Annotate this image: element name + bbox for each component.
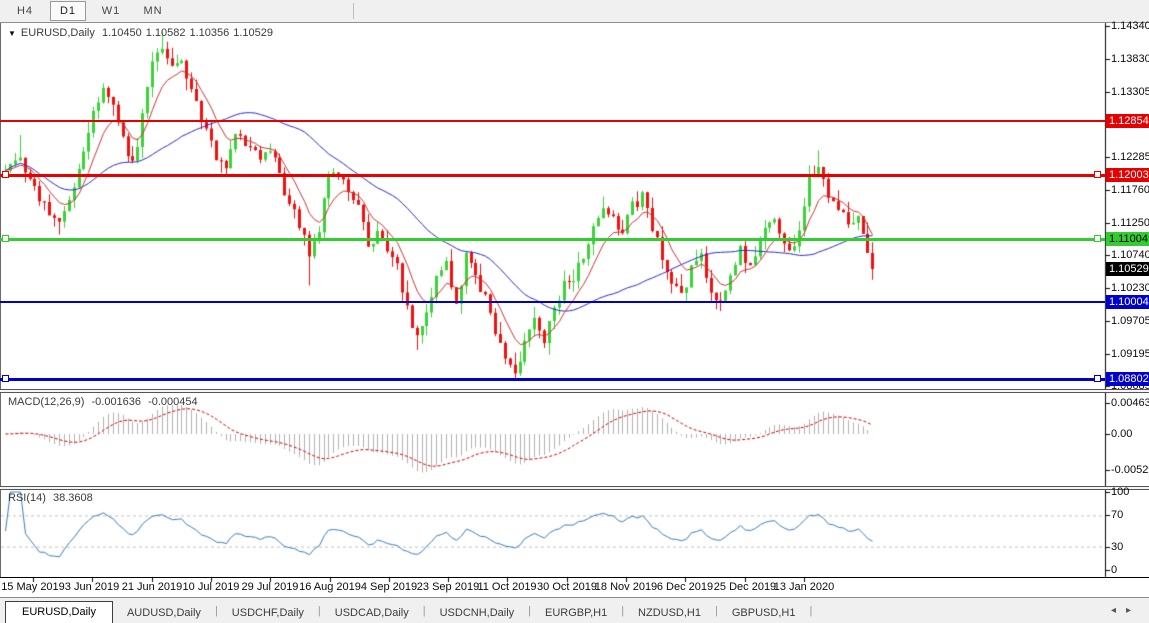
tab-usdcnh-daily[interactable]: USDCNH,Daily bbox=[426, 603, 529, 623]
tab-scroll-right-icon[interactable]: ▸ bbox=[1126, 605, 1141, 616]
rsi-axis-label: 100 bbox=[1111, 486, 1129, 498]
hline-1.12003[interactable] bbox=[0, 174, 1105, 177]
ohlc-open: 1.10450 bbox=[102, 27, 142, 39]
price-axis-label: 1.11760 bbox=[1111, 184, 1149, 196]
macd-rsi-splitter[interactable] bbox=[0, 486, 1149, 490]
macd-label: MACD(12,26,9) -0.001636 -0.000454 bbox=[8, 396, 202, 408]
hline-1.11004[interactable] bbox=[0, 238, 1105, 241]
ohlc-low: 1.10356 bbox=[189, 27, 229, 39]
ohlc-high: 1.10582 bbox=[146, 27, 186, 39]
tab-scroll-left-icon[interactable]: ◂ bbox=[1111, 605, 1126, 616]
date-axis-label: 13 Jan 2020 bbox=[769, 581, 839, 593]
hline-handle-right[interactable] bbox=[1094, 171, 1101, 178]
tab-gbpusd-h1[interactable]: GBPUSD,H1 bbox=[718, 603, 810, 623]
symbol-dropdown-icon[interactable]: ▼ bbox=[8, 29, 16, 38]
symbol-tabbar: EURUSD,DailyAUDUSD,Daily|USDCHF,Daily|US… bbox=[0, 597, 1149, 623]
chart-canvas[interactable] bbox=[0, 0, 1149, 623]
hline-handle-left[interactable] bbox=[2, 375, 9, 382]
price-axis-label: 1.10230 bbox=[1111, 282, 1149, 294]
price-macd-splitter[interactable] bbox=[0, 389, 1149, 393]
ohlc-close: 1.10529 bbox=[233, 27, 273, 39]
chart-title: ▼ EURUSD,Daily 1.10450 1.105821.10356 1.105… bbox=[8, 27, 277, 39]
rsi-axis-label: 70 bbox=[1111, 509, 1123, 521]
price-axis-label: 1.13305 bbox=[1111, 86, 1149, 98]
hline-handle-right[interactable] bbox=[1094, 235, 1101, 242]
macd-axis-label: 0.00 bbox=[1111, 428, 1132, 440]
rsi-axis-label: 30 bbox=[1111, 541, 1123, 553]
terminal-window: H4D1W1MN ▼EURUSD,Daily 1.104501.105821.1… bbox=[0, 0, 1149, 623]
hline-1.12854[interactable] bbox=[0, 120, 1105, 122]
chart-left-border bbox=[0, 23, 1, 577]
tab-audusd-daily[interactable]: AUDUSD,Daily bbox=[113, 603, 215, 623]
hline-handle-right[interactable] bbox=[1094, 375, 1101, 382]
price-badge: 1.12003 bbox=[1106, 168, 1149, 182]
macd-value-main: -0.001636 bbox=[91, 396, 141, 408]
macd-axis-label: 0.00463 bbox=[1111, 397, 1149, 409]
tab-nzdusd-h1[interactable]: NZDUSD,H1 bbox=[624, 603, 715, 623]
rsi-bottom-border bbox=[0, 577, 1149, 578]
price-badge: 1.11004 bbox=[1106, 232, 1149, 246]
price-axis-label: 1.10740 bbox=[1111, 249, 1149, 261]
price-axis-label: 1.11250 bbox=[1111, 217, 1149, 229]
hline-1.08802[interactable] bbox=[0, 378, 1105, 381]
price-axis-label: 1.09195 bbox=[1111, 348, 1149, 360]
macd-value-signal: -0.000454 bbox=[148, 396, 198, 408]
price-axis-label: 1.12285 bbox=[1111, 151, 1149, 163]
current-price-badge: 1.10529 bbox=[1106, 262, 1149, 276]
tab-usdchf-daily[interactable]: USDCHF,Daily bbox=[218, 603, 318, 623]
tab-separator: | bbox=[809, 605, 812, 620]
rsi-value: 38.3608 bbox=[53, 492, 93, 504]
price-axis-label: 1.09705 bbox=[1111, 315, 1149, 327]
tab-usdcad-daily[interactable]: USDCAD,Daily bbox=[321, 603, 423, 623]
hline-handle-left[interactable] bbox=[2, 235, 9, 242]
price-badge: 1.12854 bbox=[1106, 114, 1149, 128]
price-axis-label: 1.13830 bbox=[1111, 53, 1149, 65]
price-badge: 1.10004 bbox=[1106, 295, 1149, 309]
price-badge: 1.08802 bbox=[1106, 372, 1149, 386]
symbol-period-label: EURUSD,Daily bbox=[21, 27, 95, 39]
price-axis-label: 1.14340 bbox=[1111, 20, 1149, 32]
tab-eurusd-daily[interactable]: EURUSD,Daily bbox=[5, 601, 113, 623]
hline-1.10004[interactable] bbox=[0, 301, 1105, 303]
rsi-axis-label: 0 bbox=[1111, 564, 1117, 576]
macd-axis-label: -0.005299 bbox=[1111, 464, 1149, 476]
rsi-label: RSI(14) 38.3608 bbox=[8, 492, 97, 504]
rsi-name: RSI(14) bbox=[8, 492, 46, 504]
tab-eurgbp-h1[interactable]: EURGBP,H1 bbox=[531, 603, 621, 623]
macd-name: MACD(12,26,9) bbox=[8, 396, 84, 408]
hline-handle-left[interactable] bbox=[2, 171, 9, 178]
